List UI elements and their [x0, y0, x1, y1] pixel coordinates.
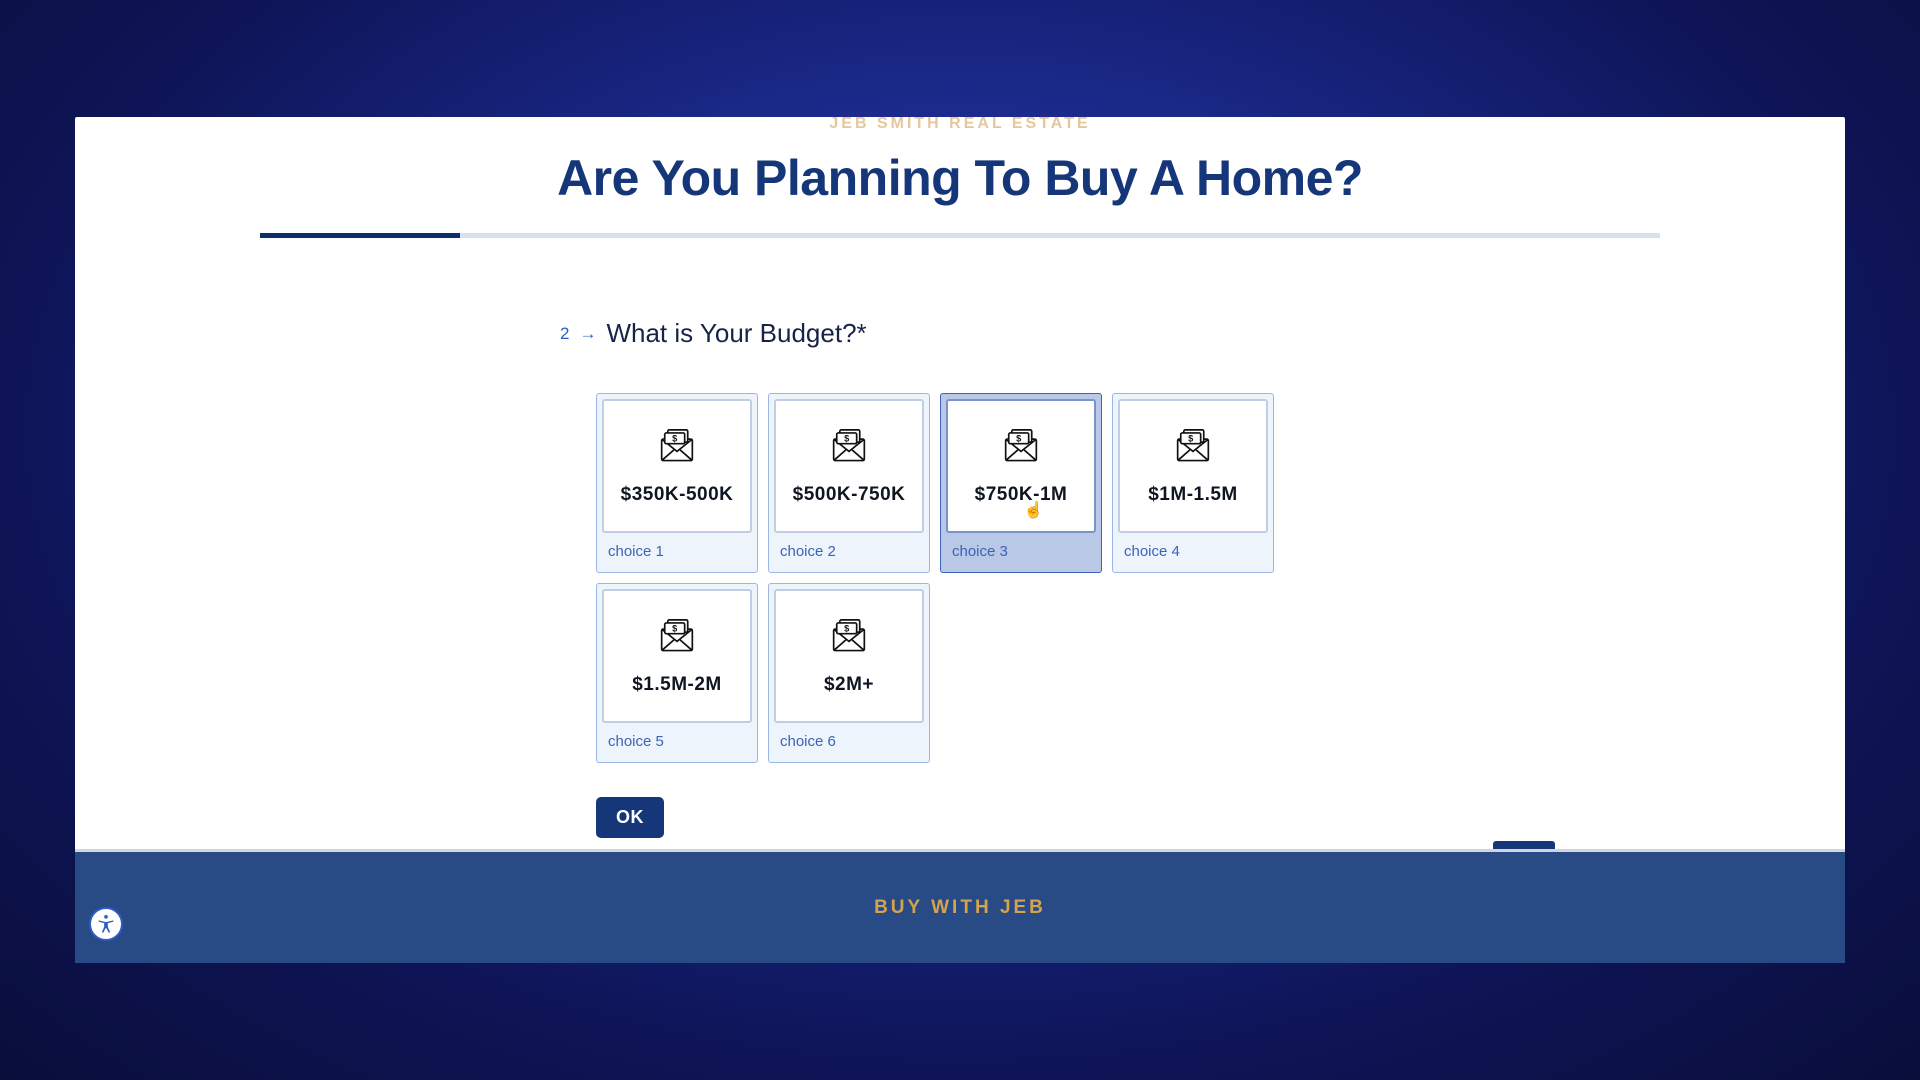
budget-choice-2[interactable]: $ $ $500K-750K choice 2: [768, 393, 930, 573]
choice-card: $ $ $1.5M-2M: [602, 589, 752, 723]
svg-text:$: $: [1016, 433, 1021, 443]
choice-amount: $2M+: [824, 674, 874, 696]
svg-text:$: $: [672, 623, 677, 633]
budget-choice-3[interactable]: $ $ $750K-1M ☝ choice 3: [940, 393, 1102, 573]
progress-bar: [260, 233, 1660, 238]
footer-text: BUY WITH JEB: [874, 897, 1046, 919]
money-envelope-icon: $ $: [1170, 426, 1216, 466]
accessibility-button[interactable]: [89, 907, 123, 941]
footer-band: BUY WITH JEB: [75, 849, 1845, 963]
choice-card: $ $ $2M+: [774, 589, 924, 723]
choice-label: choice 2: [774, 533, 924, 572]
accessibility-icon: [95, 913, 117, 935]
money-envelope-icon: $ $: [826, 426, 872, 466]
choice-amount: $1.5M-2M: [632, 674, 722, 696]
money-envelope-icon: $ $: [654, 616, 700, 656]
choice-label: choice 4: [1118, 533, 1268, 572]
progress-fill: [260, 233, 460, 238]
ok-button[interactable]: OK: [596, 797, 664, 838]
money-envelope-icon: $ $: [826, 616, 872, 656]
arrow-right-icon: →: [579, 324, 596, 344]
svg-text:$: $: [844, 433, 849, 443]
choice-amount: $350K-500K: [621, 484, 734, 506]
budget-choice-5[interactable]: $ $ $1.5M-2M choice 5: [596, 583, 758, 763]
page-title: Are You Planning To Buy A Home?: [75, 149, 1845, 207]
budget-choice-4[interactable]: $ $ $1M-1.5M choice 4: [1112, 393, 1274, 573]
svg-text:$: $: [672, 433, 677, 443]
money-envelope-icon: $ $: [654, 426, 700, 466]
choice-label: choice 3: [946, 533, 1096, 572]
choice-amount: $500K-750K: [793, 484, 906, 506]
question-header: 2 → What is Your Budget?*: [560, 318, 1280, 349]
choice-label: choice 6: [774, 723, 924, 762]
question-number: 2: [560, 324, 569, 344]
budget-choice-1[interactable]: $ $ $350K-500K choice 1: [596, 393, 758, 573]
question-area: 2 → What is Your Budget?* $ $ $350K-500K…: [560, 318, 1280, 838]
choice-amount: $750K-1M: [975, 484, 1068, 506]
form-viewport: JEB SMITH REAL ESTATE Are You Planning T…: [75, 117, 1845, 963]
choice-amount: $1M-1.5M: [1148, 484, 1238, 506]
budget-choice-6[interactable]: $ $ $2M+ choice 6: [768, 583, 930, 763]
choice-card: $ $ $750K-1M ☝: [946, 399, 1096, 533]
choice-label: choice 1: [602, 533, 752, 572]
choice-label: choice 5: [602, 723, 752, 762]
choices-grid: $ $ $350K-500K choice 1 $ $ $500K-750K c…: [596, 393, 1296, 763]
question-text: What is Your Budget?*: [606, 318, 866, 349]
money-envelope-icon: $ $: [998, 426, 1044, 466]
svg-text:$: $: [1188, 433, 1193, 443]
choice-card: $ $ $350K-500K: [602, 399, 752, 533]
choice-card: $ $ $1M-1.5M: [1118, 399, 1268, 533]
choice-card: $ $ $500K-750K: [774, 399, 924, 533]
svg-text:$: $: [844, 623, 849, 633]
brand-label: JEB SMITH REAL ESTATE: [75, 117, 1845, 133]
nav-stub[interactable]: [1493, 841, 1555, 849]
